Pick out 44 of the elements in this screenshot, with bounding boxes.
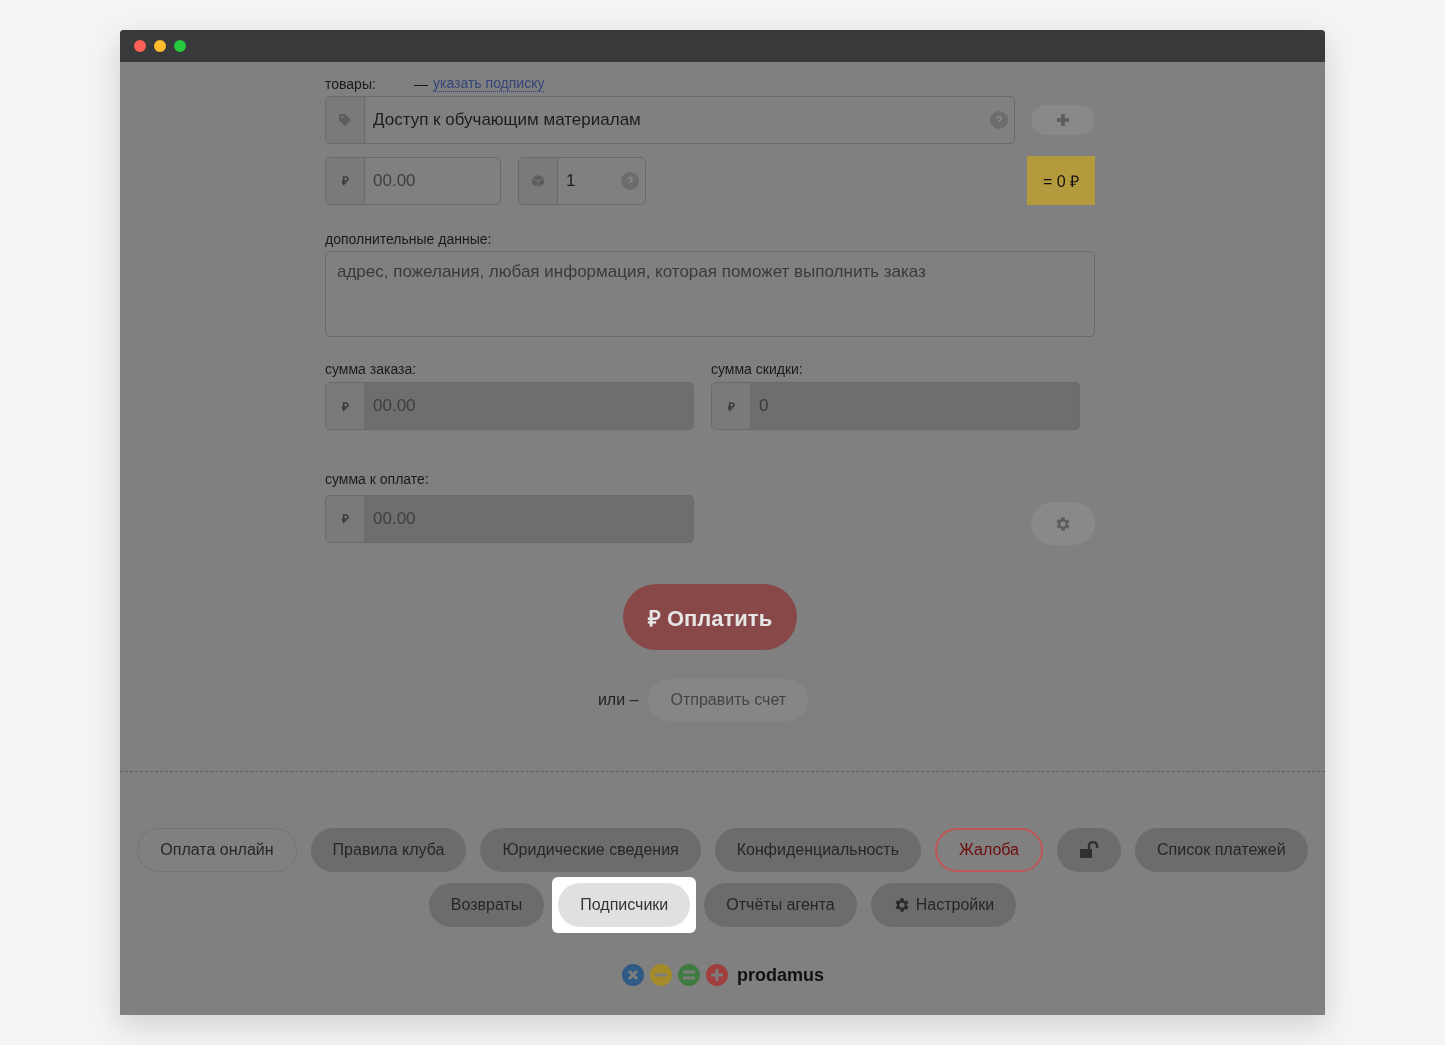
product-name-field[interactable]: Доступ к обучающим материалам (325, 96, 1015, 144)
nav-button[interactable]: Конфиденциальность (714, 828, 922, 872)
box-icon (531, 173, 545, 188)
extra-data-field[interactable]: адрес, пожелания, любая информация, которая поможет выполнить заказ (325, 251, 1095, 337)
tag-icon (338, 113, 352, 127)
help-icon (621, 171, 639, 190)
products-label: товары: (325, 75, 377, 92)
to-pay-label: сумма к оплате: (325, 471, 430, 487)
send-invoice-button[interactable]: Отправить счет (648, 679, 809, 721)
nav-button[interactable]: Отчёты агента (704, 883, 857, 927)
price-field[interactable]: ₽ 00.00 (325, 156, 501, 205)
nav-button[interactable]: Возвраты (428, 883, 545, 927)
brand-logo-icon (621, 963, 731, 987)
nav-button[interactable]: Список платежей (1135, 828, 1308, 872)
close-window-control[interactable] (134, 40, 146, 52)
or-text: или – (597, 691, 639, 709)
total-amount: = 0 ₽ (1027, 156, 1095, 205)
lock-button[interactable] (1057, 828, 1121, 872)
brand-name: prodamus (737, 964, 824, 986)
price-placeholder: 00.00 (372, 170, 417, 191)
minimize-window-control[interactable] (154, 40, 166, 52)
unlocked-padlock-icon (1079, 841, 1099, 859)
help-icon (990, 111, 1008, 129)
discount-label: сумма скидки: (711, 361, 804, 377)
currency-sign: ₽ (727, 398, 735, 415)
gear-icon (1054, 514, 1072, 533)
nav-button[interactable]: Настройки (870, 883, 1017, 927)
quantity-value: 1 (565, 170, 577, 191)
pay-button[interactable]: ₽ Оплатить (623, 584, 797, 650)
quantity-field[interactable]: 1 (518, 156, 646, 205)
maximize-window-control[interactable] (174, 40, 186, 52)
nav-button[interactable]: Юридические сведения (480, 828, 701, 872)
order-sum-label: сумма заказа: (325, 361, 418, 377)
extra-data-label: дополнительные данные: (325, 231, 493, 247)
currency-sign: ₽ (341, 173, 349, 189)
specify-subscription-link[interactable]: указать подписку (433, 75, 545, 92)
nav-button[interactable]: Подписчики (558, 883, 691, 927)
nav-button[interactable]: Правила клуба (310, 828, 467, 872)
currency-sign: ₽ (341, 511, 349, 527)
currency-sign: ₽ (341, 398, 349, 415)
dash-text: — (414, 75, 428, 92)
product-name-value: Доступ к обучающим материалам (372, 110, 642, 130)
complaint-button[interactable]: Жалоба (935, 828, 1043, 872)
plus-icon (1056, 113, 1070, 127)
